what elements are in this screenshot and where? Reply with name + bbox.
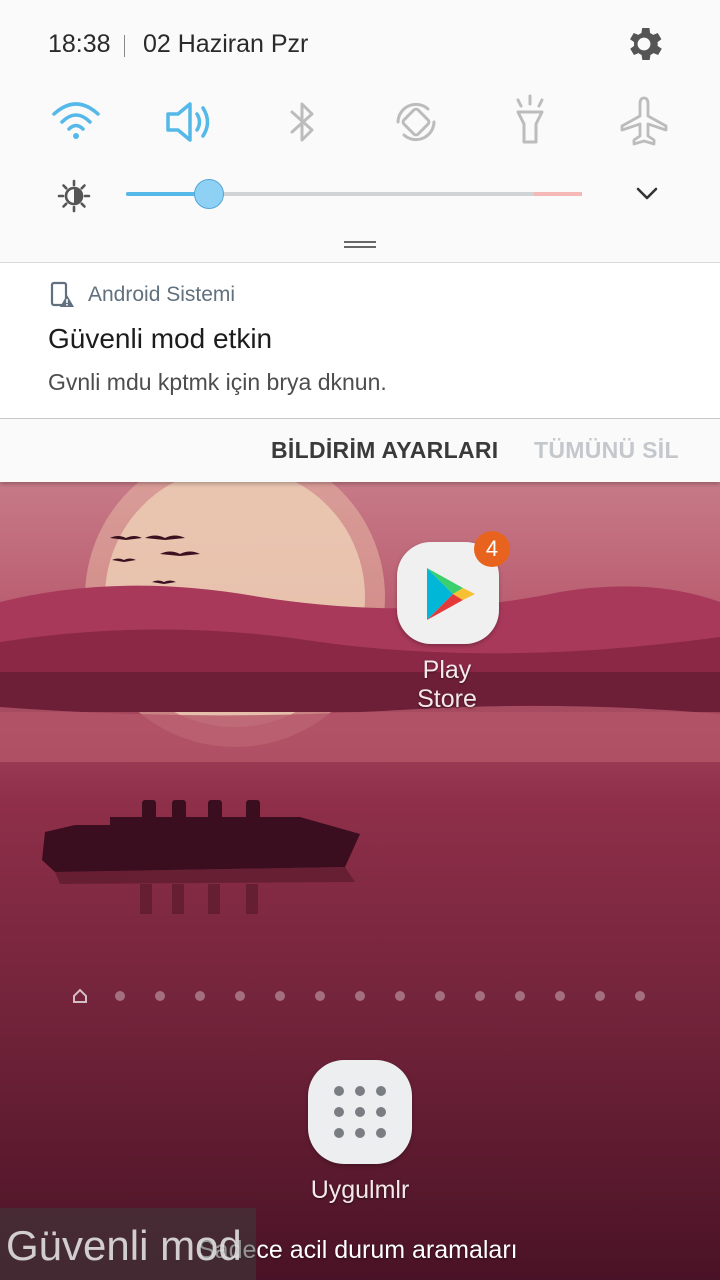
- grid-dot: [334, 1128, 344, 1138]
- grid-dot: [376, 1086, 386, 1096]
- auto-rotate-icon[interactable]: [386, 92, 446, 152]
- page-dot[interactable]: [315, 991, 325, 1001]
- grid-dot: [355, 1086, 365, 1096]
- page-dot[interactable]: [395, 991, 405, 1001]
- page-dot[interactable]: [435, 991, 445, 1001]
- page-indicator: [70, 986, 670, 1006]
- page-dot[interactable]: [515, 991, 525, 1001]
- apps-label: Uygulmlr: [310, 1176, 410, 1204]
- page-dot[interactable]: [155, 991, 165, 1001]
- volume-icon[interactable]: [158, 92, 218, 152]
- brightness-row: [0, 168, 720, 220]
- divider: [124, 35, 125, 57]
- page-dot[interactable]: [595, 991, 605, 1001]
- airplane-mode-icon[interactable]: [614, 92, 674, 152]
- brightness-icon: [57, 179, 91, 213]
- grid-dot: [355, 1128, 365, 1138]
- notification-actions: BİLDİRİM AYARLARI TÜMÜNÜ SİL: [0, 419, 720, 482]
- chevron-down-icon[interactable]: [632, 178, 662, 208]
- notification-title: Güvenli mod etkin: [48, 323, 273, 354]
- grid-dot: [334, 1086, 344, 1096]
- page-dot[interactable]: [195, 991, 205, 1001]
- notification-shade: 18:38 02 Haziran Pzr Android Sistemi Güv…: [0, 0, 720, 482]
- date: 02 Haziran Pzr: [143, 30, 309, 58]
- clock: 18:38: [48, 30, 111, 58]
- quick-settings: [0, 92, 720, 152]
- grid-dot: [376, 1128, 386, 1138]
- flashlight-icon[interactable]: [500, 92, 560, 152]
- brightness-slider-thumb[interactable]: [194, 179, 225, 209]
- page-dot[interactable]: [115, 991, 125, 1001]
- brightness-slider-warning-zone: [534, 192, 582, 196]
- grid-dot: [376, 1107, 386, 1117]
- page-dot[interactable]: [235, 991, 245, 1001]
- page-dot[interactable]: [635, 991, 645, 1001]
- safe-mode-indicator: Güvenli mod: [0, 1208, 256, 1280]
- safe-mode-label: Güvenli mod: [6, 1222, 242, 1269]
- page-dot[interactable]: [355, 991, 365, 1001]
- apps-button[interactable]: [308, 1060, 412, 1164]
- grid-dot: [334, 1107, 344, 1117]
- system-warning-icon: [50, 281, 74, 307]
- apps-grid-icon: [334, 1086, 386, 1138]
- notification-app-name: Android Sistemi: [88, 283, 236, 306]
- wifi-icon[interactable]: [46, 92, 106, 152]
- grid-dot: [355, 1107, 365, 1117]
- play-store-label: Play Store: [417, 656, 477, 713]
- page-dot[interactable]: [275, 991, 285, 1001]
- notification-settings-button[interactable]: BİLDİRİM AYARLARI: [271, 437, 498, 464]
- notification-badge: 4: [474, 531, 510, 567]
- brightness-slider[interactable]: [126, 179, 582, 209]
- notification-card[interactable]: Android Sistemi Güvenli mod etkin Gvnli …: [0, 263, 720, 418]
- shade-drag-handle[interactable]: [344, 241, 376, 250]
- bluetooth-icon[interactable]: [272, 92, 332, 152]
- page-dot[interactable]: [475, 991, 485, 1001]
- clear-all-button[interactable]: TÜMÜNÜ SİL: [534, 437, 679, 464]
- status-row: 18:38 02 Haziran Pzr: [0, 0, 720, 90]
- notification-body: Gvnli mdu kptmk için brya dknun.: [48, 369, 387, 395]
- home-page-icon[interactable]: [72, 988, 88, 1004]
- gear-icon[interactable]: [622, 22, 666, 66]
- page-dot[interactable]: [555, 991, 565, 1001]
